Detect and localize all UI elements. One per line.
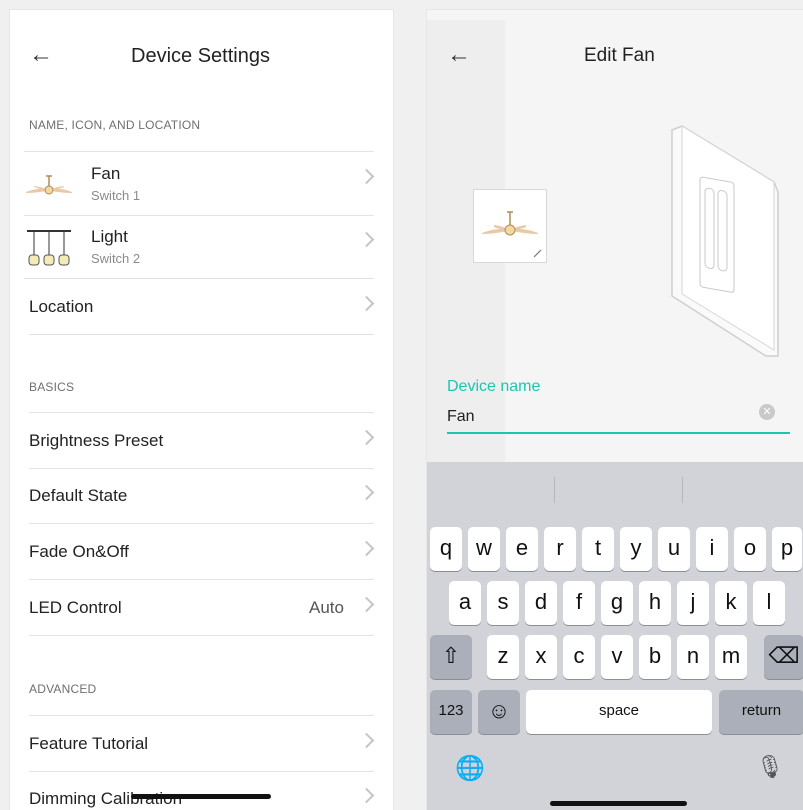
- shift-key[interactable]: ⇧: [430, 635, 472, 679]
- key-b[interactable]: b: [639, 635, 671, 679]
- chevron-right-icon: [358, 484, 375, 501]
- dimming-calibration-row[interactable]: Dimming Calibration: [29, 771, 375, 810]
- chevron-right-icon: [358, 231, 375, 248]
- key-z[interactable]: z: [487, 635, 519, 679]
- key-u[interactable]: u: [658, 527, 690, 571]
- microphone-icon[interactable]: 🎙: [756, 754, 784, 780]
- chevron-right-icon: [358, 540, 375, 557]
- return-key[interactable]: return: [719, 690, 803, 734]
- delete-key[interactable]: ⌫: [764, 635, 803, 679]
- device-item-fan[interactable]: Fan Switch 1: [24, 151, 375, 216]
- ceiling-fan-icon: [26, 175, 72, 195]
- ceiling-fan-icon: [482, 211, 542, 258]
- keyboard: q w e r t y u i o p a s d f g h j k l ⇧ …: [427, 462, 803, 810]
- device-switch-label: Switch 1: [91, 188, 141, 203]
- key-n[interactable]: n: [677, 635, 709, 679]
- space-key[interactable]: space: [526, 690, 712, 734]
- key-p[interactable]: p: [772, 527, 802, 571]
- wall-switch-illustration: [671, 125, 779, 357]
- back-arrow-icon[interactable]: ←: [447, 43, 471, 67]
- fade-on-off-row[interactable]: Fade On&Off: [29, 524, 375, 580]
- chevron-right-icon: [358, 596, 375, 613]
- pendant-lights-icon: [27, 230, 71, 266]
- key-d[interactable]: d: [525, 581, 557, 625]
- clear-text-icon[interactable]: ✕: [759, 404, 775, 420]
- edit-fan-screen: ← Edit Fan Device name ✕ q w e r t y u i…: [426, 9, 803, 810]
- section-header-basics: BASICS: [29, 380, 75, 394]
- location-row[interactable]: Location: [29, 279, 375, 335]
- globe-icon[interactable]: 🌐: [455, 754, 485, 783]
- led-control-row[interactable]: LED Control Auto: [29, 580, 375, 636]
- suggestion-divider: [554, 477, 555, 503]
- feature-tutorial-row[interactable]: Feature Tutorial: [29, 715, 375, 772]
- key-c[interactable]: c: [563, 635, 595, 679]
- numbers-key[interactable]: 123: [430, 690, 472, 734]
- key-y[interactable]: y: [620, 527, 652, 571]
- key-q[interactable]: q: [430, 527, 462, 571]
- device-name-input[interactable]: [447, 402, 790, 434]
- key-f[interactable]: f: [563, 581, 595, 625]
- key-e[interactable]: e: [506, 527, 538, 571]
- key-v[interactable]: v: [601, 635, 633, 679]
- key-s[interactable]: s: [487, 581, 519, 625]
- home-indicator: [131, 794, 271, 799]
- default-state-row[interactable]: Default State: [29, 468, 375, 524]
- row-label: Brightness Preset: [29, 431, 164, 450]
- suggestion-divider: [682, 477, 683, 503]
- key-x[interactable]: x: [525, 635, 557, 679]
- key-a[interactable]: a: [449, 581, 481, 625]
- key-r[interactable]: r: [544, 527, 576, 571]
- chevron-right-icon: [358, 168, 375, 185]
- chevron-right-icon: [358, 429, 375, 446]
- device-switch-label: Switch 2: [91, 251, 141, 266]
- chevron-right-icon: [358, 787, 375, 804]
- page-title: Device Settings: [131, 45, 270, 67]
- key-w[interactable]: w: [468, 527, 500, 571]
- chevron-right-icon: [358, 732, 375, 749]
- device-name: Light: [91, 227, 128, 246]
- key-l[interactable]: l: [753, 581, 785, 625]
- row-label: Feature Tutorial: [29, 734, 149, 753]
- row-label: Location: [29, 297, 94, 316]
- key-t[interactable]: t: [582, 527, 614, 571]
- row-label: Dimming Calibration: [29, 789, 183, 808]
- device-icon-picker[interactable]: [473, 189, 547, 263]
- device-name: Fan: [91, 164, 121, 183]
- device-name-label: Device name: [447, 378, 541, 395]
- row-label: Fade On&Off: [29, 542, 129, 561]
- key-g[interactable]: g: [601, 581, 633, 625]
- home-indicator: [550, 801, 687, 806]
- brightness-preset-row[interactable]: Brightness Preset: [29, 412, 375, 469]
- section-header-name-icon-location: NAME, ICON, AND LOCATION: [29, 118, 201, 132]
- section-header-advanced: ADVANCED: [29, 682, 97, 696]
- device-settings-screen: ← Device Settings NAME, ICON, AND LOCATI…: [9, 9, 394, 810]
- page-title: Edit Fan: [584, 45, 655, 66]
- chevron-right-icon: [358, 295, 375, 312]
- row-label: LED Control: [29, 598, 122, 617]
- key-i[interactable]: i: [696, 527, 728, 571]
- key-k[interactable]: k: [715, 581, 747, 625]
- key-o[interactable]: o: [734, 527, 766, 571]
- back-arrow-icon[interactable]: ←: [29, 43, 53, 67]
- key-h[interactable]: h: [639, 581, 671, 625]
- led-control-value: Auto: [309, 598, 344, 617]
- emoji-key[interactable]: ☺: [478, 690, 520, 734]
- key-j[interactable]: j: [677, 581, 709, 625]
- row-label: Default State: [29, 486, 128, 505]
- device-item-light[interactable]: Light Switch 2: [24, 215, 375, 279]
- key-m[interactable]: m: [715, 635, 747, 679]
